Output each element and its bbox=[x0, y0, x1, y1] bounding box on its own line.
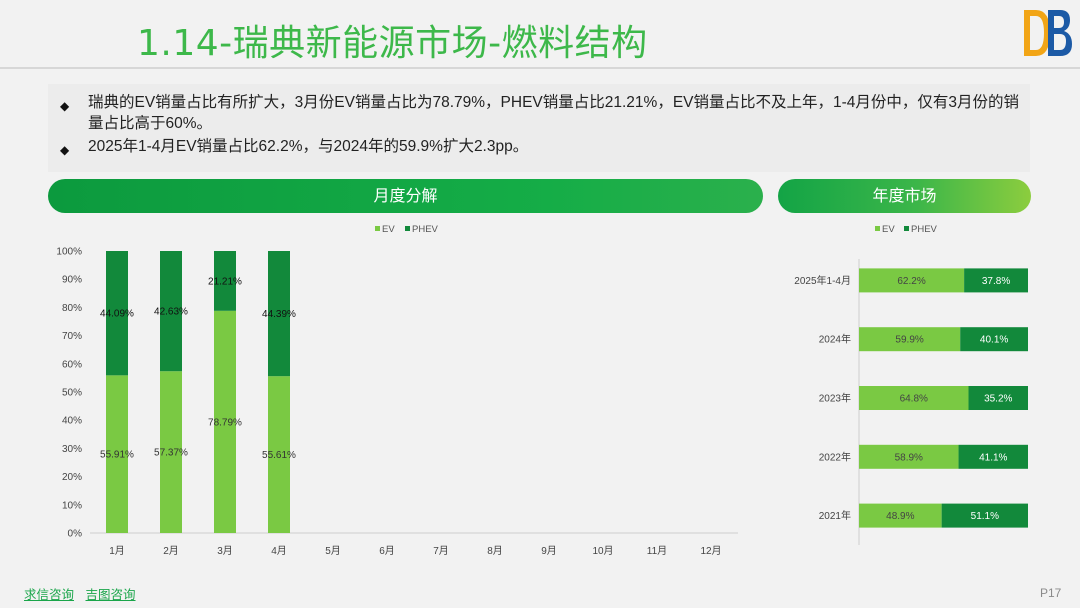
page-title: 1.14-瑞典新能源市场-燃料结构 bbox=[137, 23, 648, 64]
data-label-phev: 51.1% bbox=[971, 511, 999, 522]
data-label-phev: 37.8% bbox=[982, 276, 1010, 287]
legend-swatch bbox=[875, 226, 880, 231]
legend-swatch bbox=[375, 226, 380, 231]
y-tick-label: 100% bbox=[56, 247, 82, 258]
data-label-phev: 41.1% bbox=[979, 452, 1007, 463]
header-divider bbox=[0, 67, 1080, 69]
legend-label: EV bbox=[382, 224, 395, 235]
y-tick-label: 0% bbox=[68, 529, 83, 540]
yearly-stacked-bar-chart: EV PHEV 2025年1-4月 62.2% 37.8% 2024年 59.9% 40.1%… bbox=[794, 224, 1028, 545]
monthly-section-header: 月度分解 bbox=[48, 179, 763, 213]
data-label-ev: 59.9% bbox=[895, 335, 923, 346]
x-tick-label: 10月 bbox=[592, 545, 613, 557]
y-tick-label: 10% bbox=[62, 500, 82, 511]
data-label-ev: 55.91% bbox=[100, 450, 134, 461]
x-tick-label: 7月 bbox=[433, 545, 449, 557]
y-tick-label: 60% bbox=[62, 359, 82, 370]
y-tick-label: 90% bbox=[62, 275, 82, 286]
data-label-phev: 44.39% bbox=[262, 309, 296, 320]
data-label-phev: 40.1% bbox=[980, 335, 1008, 346]
y-tick-label: 2025年1-4月 bbox=[794, 274, 851, 287]
data-label-ev: 64.8% bbox=[900, 394, 928, 405]
legend-label: PHEV bbox=[911, 224, 938, 235]
x-tick-label: 12月 bbox=[700, 545, 721, 557]
data-label-ev: 62.2% bbox=[897, 276, 925, 287]
data-label-ev: 55.61% bbox=[262, 450, 296, 461]
x-tick-label: 6月 bbox=[379, 545, 395, 557]
y-tick-label: 80% bbox=[62, 303, 82, 314]
y-tick-label: 2024年 bbox=[819, 333, 851, 346]
legend-swatch bbox=[904, 226, 909, 231]
x-tick-label: 4月 bbox=[271, 545, 287, 557]
diamond-bullet-icon: ◆ bbox=[60, 143, 70, 157]
x-tick-label: 11月 bbox=[647, 545, 667, 557]
legend-swatch bbox=[405, 226, 410, 231]
y-tick-label: 2022年 bbox=[819, 450, 851, 463]
yearly-section-header: 年度市场 bbox=[778, 179, 1031, 213]
monthly-stacked-bar-chart: EV PHEV 0% 10% 20% 30% 40% 50% 60% 70% 80% 90% 100% 1… bbox=[56, 224, 738, 557]
footer-link-1[interactable]: 求信咨询 bbox=[24, 588, 74, 602]
header: 1.14-瑞典新能源市场-燃料结构 bbox=[0, 0, 1080, 72]
data-label-phev: 42.63% bbox=[154, 307, 188, 318]
data-label-ev: 78.79% bbox=[208, 417, 242, 428]
x-tick-label: 9月 bbox=[541, 545, 557, 557]
y-tick-label: 40% bbox=[62, 416, 82, 427]
bullet-text: 2025年1-4月EV销量占比62.2%，与2024年的59.9%扩大2.3pp… bbox=[88, 138, 529, 155]
x-tick-label: 8月 bbox=[487, 545, 503, 557]
diamond-bullet-icon: ◆ bbox=[60, 99, 70, 113]
x-tick-label: 1月 bbox=[109, 545, 125, 557]
bullet-text: 瑞典的EV销量占比有所扩大，3月份EV销量占比为78.79%，PHEV销量占比2… bbox=[88, 94, 1020, 132]
data-label-ev: 48.9% bbox=[886, 511, 914, 522]
legend-label: PHEV bbox=[412, 224, 439, 235]
x-tick-label: 5月 bbox=[325, 545, 341, 557]
data-label-ev: 57.37% bbox=[154, 448, 188, 459]
summary-box: ◆ 瑞典的EV销量占比有所扩大，3月份EV销量占比为78.79%，PHEV销量占… bbox=[48, 84, 1030, 172]
page-number: P17 bbox=[1040, 586, 1062, 600]
data-label-ev: 58.9% bbox=[895, 452, 923, 463]
y-tick-label: 50% bbox=[62, 388, 82, 399]
y-tick-label: 30% bbox=[62, 444, 82, 455]
footer-links: 求信咨询 吉图咨询 bbox=[24, 584, 144, 603]
legend-label: EV bbox=[882, 224, 895, 235]
y-tick-label: 70% bbox=[62, 331, 82, 342]
y-tick-label: 20% bbox=[62, 472, 82, 483]
footer-link-2[interactable]: 吉图咨询 bbox=[86, 588, 136, 602]
chart-legend: EV PHEV bbox=[875, 224, 938, 235]
x-tick-label: 3月 bbox=[217, 545, 233, 557]
y-tick-label: 2021年 bbox=[819, 509, 851, 522]
data-label-phev: 35.2% bbox=[984, 394, 1012, 405]
company-logo bbox=[1024, 10, 1072, 56]
data-label-phev: 44.09% bbox=[100, 309, 134, 320]
chart-legend: EV PHEV bbox=[375, 224, 439, 235]
data-label-phev: 21.21% bbox=[208, 276, 242, 287]
y-tick-label: 2023年 bbox=[819, 392, 851, 405]
x-tick-label: 2月 bbox=[163, 545, 179, 557]
